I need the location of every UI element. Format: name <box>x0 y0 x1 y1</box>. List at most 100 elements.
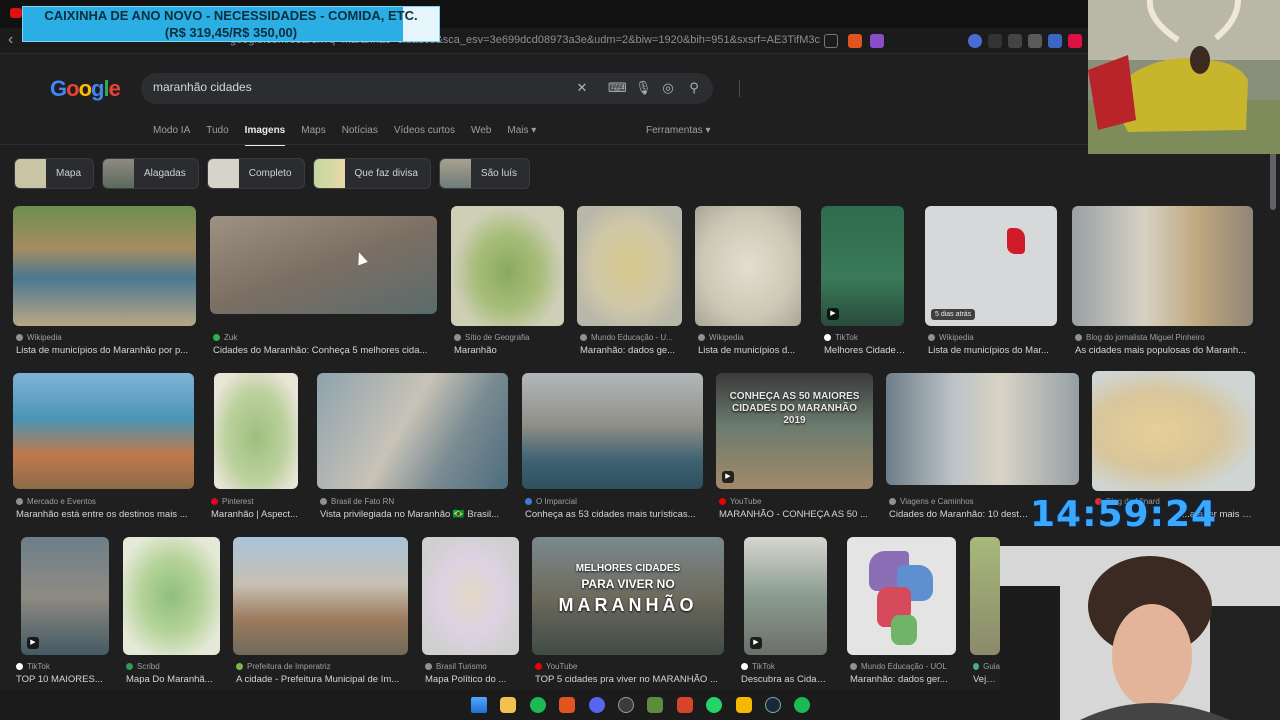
whatsapp-icon[interactable] <box>706 697 722 713</box>
result-thumbnail[interactable]: CONHEÇA AS 50 MAIORES CIDADES DO MARANHÃ… <box>716 373 873 489</box>
result-title[interactable]: Conheça as 53 cidades mais turísticas... <box>525 509 703 520</box>
image-result[interactable]: ▶ TikTok Melhores Cidades ... <box>821 206 906 356</box>
app-icon[interactable] <box>736 697 752 713</box>
result-thumbnail[interactable] <box>13 373 194 489</box>
chip-sao-luis[interactable]: São luís <box>438 158 531 189</box>
result-thumbnail[interactable]: ▶ <box>744 537 827 655</box>
image-result[interactable]: Zuk Cidades do Maranhão: Conheça 5 melho… <box>210 206 438 356</box>
image-result[interactable]: Brasil Turismo Mapa Político do ... <box>422 537 520 687</box>
clear-icon[interactable]: ✕ <box>575 81 589 95</box>
image-result[interactable]: O Imparcial Conheça as 53 cidades mais t… <box>522 373 704 523</box>
extension-icon[interactable] <box>1028 34 1042 48</box>
result-thumbnail[interactable] <box>317 373 508 489</box>
result-title[interactable]: MARANHÃO - CONHEÇA AS 50 ... <box>719 509 873 520</box>
result-title[interactable]: TOP 5 cidades pra viver no MARANHÃO ... <box>535 674 724 685</box>
result-title[interactable]: Lista de municípios do Mar... <box>928 345 1058 356</box>
image-result[interactable]: CONHEÇA AS 50 MAIORES CIDADES DO MARANHÃ… <box>716 373 874 523</box>
result-title[interactable]: TOP 10 MAIORES... <box>16 674 108 685</box>
brave-browser-icon[interactable] <box>559 697 575 713</box>
result-thumbnail[interactable]: 5 dias atrás <box>925 206 1057 326</box>
brave-shield-icon[interactable] <box>677 697 693 713</box>
tab-modo-ia[interactable]: Modo IA <box>153 125 190 146</box>
brave-shield-icon[interactable] <box>848 34 862 48</box>
result-title[interactable]: A cidade - Prefeitura Municipal de Im... <box>236 674 408 685</box>
image-result[interactable]: Mundo Educação - UOL Maranhão: dados ger… <box>847 537 957 687</box>
result-thumbnail[interactable] <box>210 216 437 314</box>
minecraft-icon[interactable] <box>647 697 663 713</box>
spotify-icon[interactable] <box>530 697 546 713</box>
steam-icon[interactable] <box>765 697 781 713</box>
result-title[interactable]: Melhores Cidades ... <box>824 345 906 356</box>
chip-mapa[interactable]: Mapa <box>14 158 95 189</box>
search-box[interactable]: ✕ ⌨ 🎙 ◎ ⚲ <box>141 73 740 104</box>
spotify-icon[interactable] <box>794 697 810 713</box>
image-result[interactable]: Sítio de Geografia Maranhão <box>451 206 564 356</box>
result-thumbnail[interactable] <box>577 206 682 326</box>
result-title[interactable]: Maranhão: dados ger... <box>850 674 956 685</box>
google-extension-icon[interactable] <box>1008 34 1022 48</box>
result-thumbnail[interactable] <box>422 537 519 655</box>
result-thumbnail[interactable] <box>13 206 196 326</box>
result-thumbnail[interactable] <box>886 373 1079 485</box>
windows-start-icon[interactable] <box>471 697 487 713</box>
result-thumbnail[interactable]: MELHORES CIDADES PARA VIVER NO MARANHÃO <box>532 537 724 655</box>
result-title[interactable]: Maranhão está entre os destinos mais ... <box>16 509 194 520</box>
tab-tudo[interactable]: Tudo <box>206 125 228 146</box>
tab-web[interactable]: Web <box>471 125 491 146</box>
result-thumbnail[interactable]: ▶ <box>21 537 109 655</box>
image-result[interactable]: Blog do jornalista Miguel Pinheiro As ci… <box>1072 206 1254 356</box>
result-title[interactable]: Maranhão <box>454 345 564 356</box>
result-title[interactable]: Lista de municípios d... <box>698 345 802 356</box>
tab-maps[interactable]: Maps <box>301 125 325 146</box>
image-result[interactable]: Scribd Mapa Do Maranhã... <box>123 537 221 687</box>
result-thumbnail[interactable] <box>214 373 298 489</box>
brave-rewards-icon[interactable] <box>870 34 884 48</box>
tab-mais[interactable]: Mais ▾ <box>507 125 536 146</box>
result-thumbnail[interactable] <box>233 537 408 655</box>
image-result[interactable]: ▶ TikTok TOP 10 MAIORES... <box>13 537 109 687</box>
result-thumbnail[interactable] <box>695 206 801 326</box>
page-scrollbar[interactable] <box>1270 150 1276 210</box>
image-result[interactable]: Wikipedia Lista de municípios d... <box>695 206 802 356</box>
image-result[interactable]: Wikipedia Lista de municípios do Maranhã… <box>13 206 197 356</box>
result-title[interactable]: Veja as... <box>973 674 1000 685</box>
share-icon[interactable] <box>824 34 838 48</box>
search-icon[interactable]: ⚲ <box>687 81 701 95</box>
image-result[interactable]: ▶ TikTok Descubra as Cidad... <box>738 537 828 687</box>
result-title[interactable]: Mapa Político do ... <box>425 674 519 685</box>
extension-icon[interactable] <box>1068 34 1082 48</box>
result-title[interactable]: Maranhão: dados ge... <box>580 345 682 356</box>
chip-que-faz-divisa[interactable]: Que faz divisa <box>312 158 431 189</box>
google-logo[interactable]: Google <box>50 76 121 102</box>
search-input[interactable] <box>153 80 553 94</box>
obs-icon[interactable] <box>618 697 634 713</box>
extension-icon[interactable] <box>968 34 982 48</box>
file-explorer-icon[interactable] <box>500 697 516 713</box>
image-result[interactable]: Pinterest Maranhão | Aspect... <box>210 373 302 523</box>
discord-icon[interactable] <box>589 697 605 713</box>
result-thumbnail[interactable]: ▶ <box>821 206 904 326</box>
image-result[interactable]: 5 dias atrás Wikipedia Lista de municípi… <box>925 206 1058 356</box>
microphone-icon[interactable]: 🎙 <box>635 81 652 95</box>
result-thumbnail[interactable] <box>123 537 220 655</box>
keyboard-icon[interactable]: ⌨ <box>608 81 627 95</box>
result-title[interactable]: Descubra as Cidad... <box>741 674 827 685</box>
result-thumbnail[interactable] <box>522 373 703 489</box>
result-title[interactable]: Mapa Do Maranhã... <box>126 674 220 685</box>
result-thumbnail[interactable] <box>1092 371 1255 491</box>
result-title[interactable]: Vista privilegiada no Maranhão 🇧🇷 Brasil… <box>320 509 508 520</box>
extension-icon[interactable] <box>1048 34 1062 48</box>
chip-alagadas[interactable]: Alagadas <box>102 158 199 189</box>
tab-videos-curtos[interactable]: Vídeos curtos <box>394 125 455 146</box>
result-title[interactable]: As cidades mais populosas do Maranh... <box>1075 345 1253 356</box>
chip-completo[interactable]: Completo <box>206 158 305 189</box>
result-thumbnail[interactable] <box>970 537 1000 655</box>
result-title[interactable]: Lista de municípios do Maranhão por p... <box>16 345 196 356</box>
lens-icon[interactable]: ◎ <box>661 81 675 95</box>
extension-icon[interactable] <box>988 34 1002 48</box>
tab-noticias[interactable]: Notícias <box>342 125 378 146</box>
image-result[interactable]: Guia Veja as... <box>970 537 1000 687</box>
image-result[interactable]: Mundo Educação - U... Maranhão: dados ge… <box>577 206 683 356</box>
image-result[interactable]: Prefeitura de Imperatriz A cidade - Pref… <box>233 537 409 687</box>
result-thumbnail[interactable] <box>1072 206 1253 326</box>
